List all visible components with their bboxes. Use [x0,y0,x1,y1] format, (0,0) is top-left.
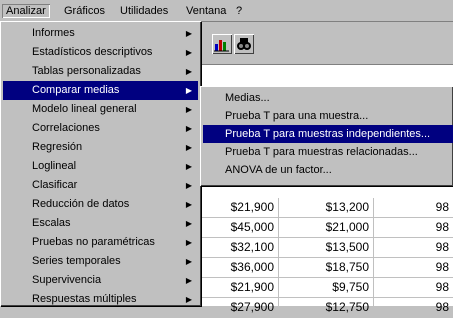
menu-item-label: Clasificar [32,179,78,191]
menu-item-label: Estadísticos descriptivos [32,46,153,58]
menu-help[interactable]: ? [232,4,246,18]
table-cell[interactable]: $18,750 [279,258,374,277]
submenu-arrow-icon: ▶ [185,162,192,171]
menu-item-label: Regresión [32,141,83,153]
submenu-item-label: Medias... [225,92,270,104]
table-row: $45,000 $21,000 98 [201,218,453,238]
submenu-item-label: ANOVA de un factor... [225,164,332,176]
table-cell[interactable]: $21,900 [201,198,279,217]
menu-item-loglineal[interactable]: Loglineal ▶ [3,157,198,176]
table-cell[interactable]: $9,750 [279,278,374,297]
table-cell[interactable]: $36,000 [201,258,279,277]
table-row: $32,100 $13,500 98 [201,238,453,258]
menu-item-label: Comparar medias [32,84,120,96]
menu-bar: Analizar Gráficos Utilidades Ventana ? [0,0,453,22]
table-cell[interactable]: $12,750 [279,298,374,317]
submenu-arrow-icon: ▶ [185,219,192,228]
menu-graficos[interactable]: Gráficos [60,4,109,18]
analizar-menu: Informes ▶ Estadísticos descriptivos ▶ Tab… [0,21,201,306]
table-cell[interactable]: 98 [374,218,453,237]
submenu-arrow-icon: ▶ [185,295,192,304]
submenu-item-prueba-t-una-muestra[interactable]: Prueba T para una muestra... [203,107,453,125]
submenu-arrow-icon: ▶ [185,29,192,38]
table-row: $21,900 $13,200 98 [201,198,453,218]
table-cell[interactable]: $13,200 [279,198,374,217]
menu-item-label: Reducción de datos [32,198,130,210]
submenu-arrow-icon: ▶ [185,276,192,285]
menu-item-series-temporales[interactable]: Series temporales ▶ [3,252,198,271]
submenu-item-label: Prueba T para muestras relacionadas... [225,146,418,158]
table-cell[interactable]: $45,000 [201,218,279,237]
submenu-item-label: Prueba T para muestras independientes... [225,128,431,140]
submenu-arrow-icon: ▶ [185,200,192,209]
menu-item-escalas[interactable]: Escalas ▶ [3,214,198,233]
menu-item-label: Series temporales [32,255,121,267]
table-row: $27,900 $12,750 98 [201,298,453,318]
submenu-item-prueba-t-muestras-independientes[interactable]: Prueba T para muestras independientes... [203,125,453,143]
table-cell[interactable]: 98 [374,258,453,277]
submenu-arrow-icon: ▶ [185,105,192,114]
table-row: $21,900 $9,750 98 [201,278,453,298]
table-cell[interactable]: 98 [374,298,453,317]
submenu-item-prueba-t-muestras-relacionadas[interactable]: Prueba T para muestras relacionadas... [203,143,453,161]
menu-utilidades[interactable]: Utilidades [116,4,172,18]
toolbar [200,22,453,65]
table-cell[interactable]: 98 [374,238,453,257]
menu-ventana[interactable]: Ventana [182,4,230,18]
menu-item-clasificar[interactable]: Clasificar ▶ [3,176,198,195]
menu-item-label: Tablas personalizadas [32,65,141,77]
table-cell[interactable]: 98 [374,198,453,217]
menu-analizar[interactable]: Analizar [2,4,50,18]
table-row: $36,000 $18,750 98 [201,258,453,278]
submenu-arrow-icon: ▶ [185,143,192,152]
menu-item-estadisticos-descriptivos[interactable]: Estadísticos descriptivos ▶ [3,43,198,62]
menu-item-label: Pruebas no paramétricas [32,236,155,248]
menu-item-reduccion-de-datos[interactable]: Reducción de datos ▶ [3,195,198,214]
menu-item-modelo-lineal-general[interactable]: Modelo lineal general ▶ [3,100,198,119]
table-cell[interactable]: $32,100 [201,238,279,257]
menu-item-comparar-medias[interactable]: Comparar medias ▶ [3,81,198,100]
menu-item-label: Respuestas múltiples [32,293,137,305]
chart-button[interactable] [212,34,232,54]
submenu-item-anova-un-factor[interactable]: ANOVA de un factor... [203,161,453,179]
table-cell[interactable]: 98 [374,278,453,297]
menu-item-supervivencia[interactable]: Supervivencia ▶ [3,271,198,290]
submenu-arrow-icon: ▶ [185,86,192,95]
menu-item-respuestas-multiples[interactable]: Respuestas múltiples ▶ [3,290,198,306]
comparar-medias-submenu: Medias... Prueba T para una muestra... P… [200,86,453,186]
submenu-arrow-icon: ▶ [185,48,192,57]
submenu-item-label: Prueba T para una muestra... [225,110,369,122]
menu-item-label: Informes [32,27,75,39]
menu-item-label: Supervivencia [32,274,102,286]
submenu-item-medias[interactable]: Medias... [203,89,453,107]
menu-item-informes[interactable]: Informes ▶ [3,24,198,43]
table-cell[interactable]: $21,900 [201,278,279,297]
find-button[interactable] [234,34,254,54]
submenu-arrow-icon: ▶ [185,124,192,133]
submenu-arrow-icon: ▶ [185,181,192,190]
table-cell[interactable]: $21,000 [279,218,374,237]
menu-item-label: Loglineal [32,160,77,172]
menu-item-label: Modelo lineal general [32,103,137,115]
table-cell[interactable]: $27,900 [201,298,279,317]
menu-item-tablas-personalizadas[interactable]: Tablas personalizadas ▶ [3,62,198,81]
table-cell[interactable]: $13,500 [279,238,374,257]
menu-item-correlaciones[interactable]: Correlaciones ▶ [3,119,198,138]
submenu-arrow-icon: ▶ [185,257,192,266]
menu-item-label: Escalas [32,217,71,229]
submenu-arrow-icon: ▶ [185,238,192,247]
menu-item-label: Correlaciones [32,122,100,134]
submenu-arrow-icon: ▶ [185,67,192,76]
menu-item-regresion[interactable]: Regresión ▶ [3,138,198,157]
menu-item-pruebas-no-parametricas[interactable]: Pruebas no paramétricas ▶ [3,233,198,252]
